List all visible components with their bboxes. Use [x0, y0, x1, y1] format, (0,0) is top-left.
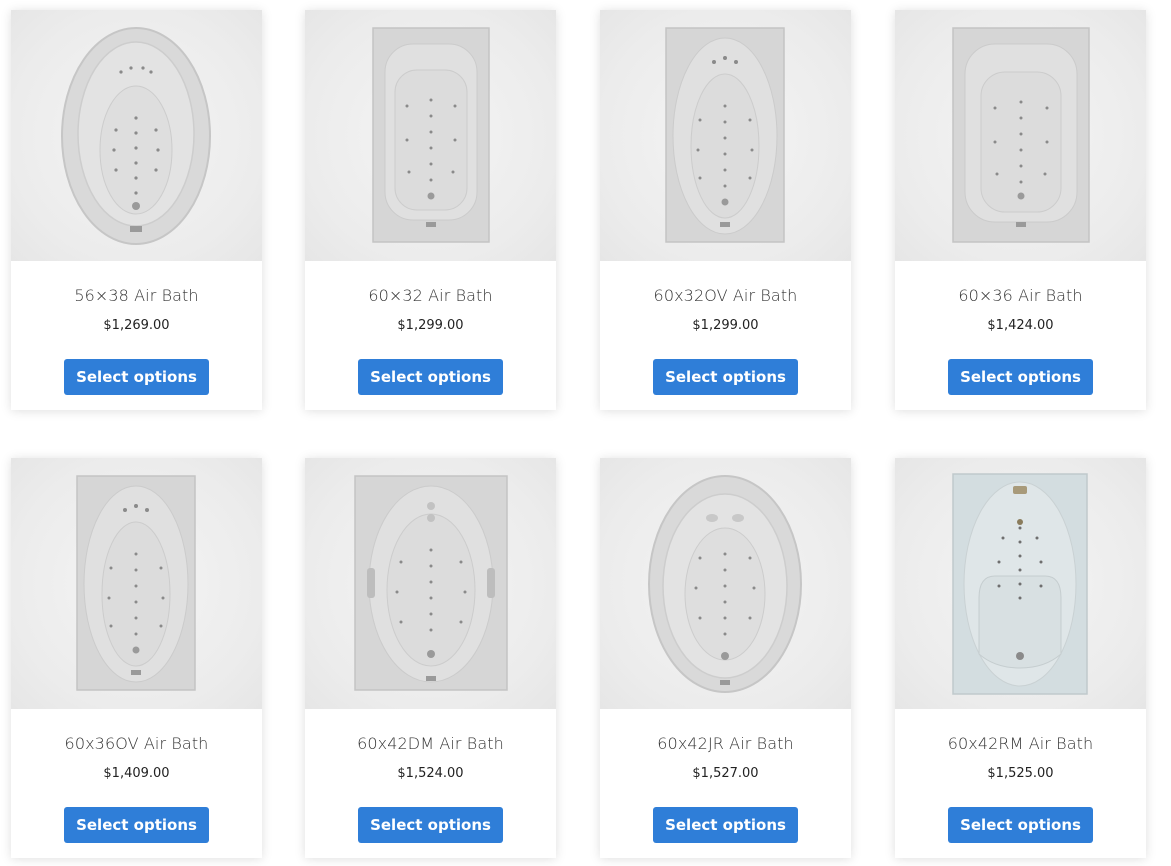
- product-price: $1,299.00: [397, 318, 464, 333]
- select-options-button[interactable]: Select options: [358, 359, 503, 395]
- select-options-button[interactable]: Select options: [64, 359, 209, 395]
- product-title[interactable]: 56×38 Air Bath: [11, 286, 262, 306]
- product-price: $1,524.00: [397, 766, 464, 781]
- rectangular-tub-image: [952, 27, 1090, 243]
- product-image-link[interactable]: [305, 10, 556, 261]
- product-title[interactable]: 60x42JR Air Bath: [600, 734, 851, 754]
- select-options-button[interactable]: Select options: [64, 807, 209, 843]
- rectangular-tub-image: [354, 475, 508, 691]
- rectangular-tub-image: [76, 475, 196, 691]
- product-image-link[interactable]: [600, 10, 851, 261]
- rectangular-tub-image: [665, 27, 785, 243]
- product-price: $1,409.00: [103, 766, 170, 781]
- product-price: $1,299.00: [692, 318, 759, 333]
- product-card: 60x42JR Air Bath $1,527.00 Select option…: [600, 458, 851, 858]
- product-card: 60x42RM Air Bath $1,525.00 Select option…: [895, 458, 1146, 858]
- product-image-link[interactable]: [11, 458, 262, 709]
- product-card: 56×38 Air Bath $1,269.00 Select options: [11, 10, 262, 410]
- product-title[interactable]: 60x32OV Air Bath: [600, 286, 851, 306]
- product-card: 60×36 Air Bath $1,424.00 Select options: [895, 10, 1146, 410]
- select-options-button[interactable]: Select options: [358, 807, 503, 843]
- product-price: $1,269.00: [103, 318, 170, 333]
- product-image-link[interactable]: [11, 10, 262, 261]
- select-options-button[interactable]: Select options: [653, 807, 798, 843]
- oval-tub-image: [648, 475, 802, 693]
- product-image-link[interactable]: [895, 10, 1146, 261]
- product-card: 60×32 Air Bath $1,299.00 Select options: [305, 10, 556, 410]
- rectangular-tub-image: [372, 27, 490, 243]
- product-title[interactable]: 60x42DM Air Bath: [305, 734, 556, 754]
- product-card: 60x36OV Air Bath $1,409.00 Select option…: [11, 458, 262, 858]
- product-image-link[interactable]: [895, 458, 1146, 709]
- product-price: $1,525.00: [987, 766, 1054, 781]
- rectangular-tub-image: [952, 473, 1088, 695]
- product-price: $1,527.00: [692, 766, 759, 781]
- select-options-button[interactable]: Select options: [948, 807, 1093, 843]
- oval-tub-image: [61, 27, 211, 245]
- product-image-link[interactable]: [305, 458, 556, 709]
- product-card: 60x42DM Air Bath $1,524.00 Select option…: [305, 458, 556, 858]
- product-title[interactable]: 60x36OV Air Bath: [11, 734, 262, 754]
- product-image-link[interactable]: [600, 458, 851, 709]
- product-card: 60x32OV Air Bath $1,299.00 Select option…: [600, 10, 851, 410]
- product-title[interactable]: 60×36 Air Bath: [895, 286, 1146, 306]
- product-title[interactable]: 60×32 Air Bath: [305, 286, 556, 306]
- product-price: $1,424.00: [987, 318, 1054, 333]
- select-options-button[interactable]: Select options: [653, 359, 798, 395]
- select-options-button[interactable]: Select options: [948, 359, 1093, 395]
- product-title[interactable]: 60x42RM Air Bath: [895, 734, 1146, 754]
- product-grid: 56×38 Air Bath $1,269.00 Select options …: [0, 0, 1171, 866]
